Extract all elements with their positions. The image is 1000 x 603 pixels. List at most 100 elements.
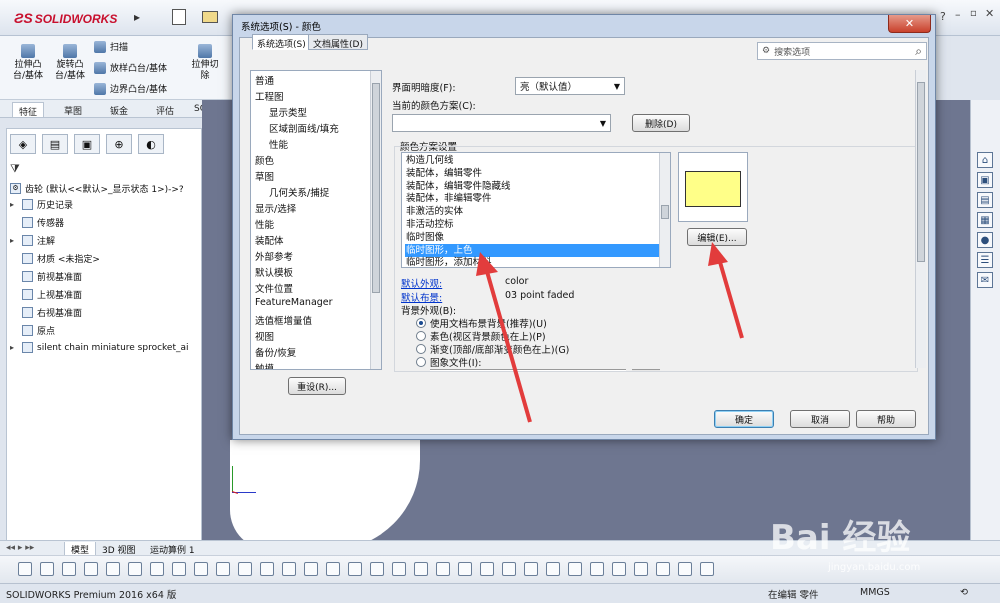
menu-expand-icon[interactable]: ▸ [134,10,140,24]
select-cursor-icon[interactable] [84,562,98,576]
right-scroll-thumb[interactable] [917,82,925,262]
category-item[interactable]: 性能 [255,217,274,231]
category-item[interactable]: 普通 [255,73,274,87]
axis-icon[interactable] [678,562,692,576]
category-item[interactable]: 视图 [255,329,274,343]
3d-box-icon[interactable] [238,562,252,576]
rectangle-icon[interactable] [194,562,208,576]
boundary-boss-button[interactable]: 边界凸台/基体 [94,82,167,95]
category-scroll-thumb[interactable] [372,83,380,293]
delete-button[interactable]: 删除(D) [632,114,690,132]
category-item[interactable]: 区域剖面线/填充 [269,121,339,135]
filter-icon[interactable]: ⧩ [10,162,20,176]
filter-toolbar-icon[interactable] [18,562,32,576]
loft-boss-button[interactable]: 放样凸台/基体 [94,61,167,74]
scheme-item[interactable]: 装配体，非编辑零件 [405,192,660,205]
dimxpert-tab-icon[interactable]: ⊕ [106,134,132,154]
globe-icon[interactable] [634,562,648,576]
expand-icon[interactable]: ▸ [10,200,18,209]
snap-icon[interactable] [370,562,384,576]
dimension-icon[interactable] [260,562,274,576]
tree-root-part[interactable]: ⚙ 齿轮 (默认<<默认>_显示状态 1>)->? [10,182,184,195]
design-library-icon[interactable]: ▣ [977,172,993,188]
ok-button[interactable]: 确定 [714,410,774,428]
category-item[interactable]: 文件位置 [255,281,293,295]
file-explorer-icon[interactable]: ▤ [977,192,993,208]
category-item[interactable]: 备份/恢复 [255,345,296,359]
scheme-scroll-thumb[interactable] [661,205,669,219]
scheme-scrollbar[interactable] [659,153,670,267]
search-icon[interactable]: ⌕ [915,44,922,59]
spline-icon[interactable] [348,562,362,576]
cancel-button[interactable]: 取消 [790,410,850,428]
radio-button[interactable] [416,318,426,328]
restore-window-icon[interactable]: ▫ [970,8,977,19]
category-item[interactable]: 装配体 [255,233,284,247]
pointer-icon[interactable] [128,562,142,576]
browse-image-button[interactable] [632,369,660,371]
measure-icon[interactable] [656,562,670,576]
mirror-icon[interactable] [392,562,406,576]
tab-document-properties[interactable]: 文档属性(D) [308,34,368,50]
status-units[interactable]: MMGS [860,587,890,598]
scheme-item[interactable]: 非活动控标 [405,218,660,231]
slot-icon[interactable] [700,562,714,576]
scheme-item[interactable]: 临时图像 [405,231,660,244]
radio-button[interactable] [416,331,426,341]
filter-edge-icon[interactable] [62,562,76,576]
view-palette-icon[interactable]: ▦ [977,212,993,228]
category-item[interactable]: 显示/选择 [255,201,296,215]
tab-sketch[interactable]: 草图 [58,102,88,117]
right-panel-scrollbar[interactable] [915,70,926,368]
3d-point-icon[interactable] [612,562,626,576]
category-item[interactable]: 选值框增量值 [255,313,312,327]
rough-point-icon[interactable] [150,562,164,576]
forum-icon[interactable]: ✉ [977,272,993,288]
extrude-cut-button[interactable]: 拉伸切 除 [188,44,222,82]
tree-item[interactable]: 前视基准面 [10,270,82,283]
help-icon[interactable]: ? [940,10,946,23]
category-item[interactable]: 外部参考 [255,249,293,263]
hole-icon[interactable] [282,562,296,576]
home-icon[interactable]: ⌂ [977,152,993,168]
category-item[interactable]: 显示类型 [269,105,307,119]
relation-icon[interactable] [590,562,604,576]
property-manager-tab-icon[interactable]: ▤ [42,134,68,154]
block-icon[interactable] [568,562,582,576]
tree-item[interactable]: 传感器 [10,216,64,229]
text-icon[interactable] [458,562,472,576]
fill-icon[interactable] [414,562,428,576]
scheme-item[interactable]: 装配体，编辑零件 [405,167,660,180]
tree-item[interactable]: 材质 <未指定> [10,252,100,265]
category-item[interactable]: 草图 [255,169,274,183]
dialog-close-button[interactable]: ✕ [888,15,931,33]
pattern-icon[interactable] [436,562,450,576]
select-dropdown-icon[interactable] [106,562,120,576]
category-item[interactable]: 触摸 [255,361,274,369]
tree-item[interactable]: ▸ 注解 [10,234,55,247]
tab-scroll-icons[interactable]: ◂◂ ▸ ▸▸ [6,543,34,553]
options-category-list[interactable]: 普通 工程图 显示类型 区域剖面线/填充 性能 颜色 草图 几何关系/捕捉 显示/选择 性能 装配体… [250,70,382,370]
category-item[interactable]: 几何关系/捕捉 [269,185,329,199]
category-item[interactable]: 工程图 [255,89,284,103]
solidworks-logo[interactable]: ƧS SOLIDWORKS [14,10,117,26]
expand-icon[interactable]: ▸ [10,343,18,352]
sweep-button[interactable]: 扫描 [94,40,128,53]
current-scheme-select[interactable]: ▼ [392,114,611,132]
configuration-manager-tab-icon[interactable]: ▣ [74,134,100,154]
tab-system-options[interactable]: 系统选项(S) [252,34,311,50]
tree-item[interactable]: ▸ silent chain miniature sprocket_ai [10,342,189,353]
default-scene-link[interactable]: 默认布景: [401,290,442,304]
category-item[interactable]: 颜色 [255,153,274,167]
scheme-item[interactable]: 构造几何线 [405,154,660,167]
sketch-fillet-icon[interactable] [524,562,538,576]
extrude-boss-button[interactable]: 拉伸凸 台/基体 [10,44,46,82]
close-window-icon[interactable]: ✕ [985,7,994,20]
tree-item[interactable]: ▸ 历史记录 [10,198,73,211]
options-search-input[interactable]: ⚙ 搜索选项 ⌕ [757,42,927,60]
category-scrollbar[interactable] [370,71,381,369]
custom-properties-icon[interactable]: ☰ [977,252,993,268]
scheme-item[interactable]: 装配体，编辑零件隐藏线 [405,180,660,193]
default-appearance-link[interactable]: 默认外观: [401,276,442,290]
brightness-select[interactable]: 亮（默认值） ▼ [515,77,625,95]
